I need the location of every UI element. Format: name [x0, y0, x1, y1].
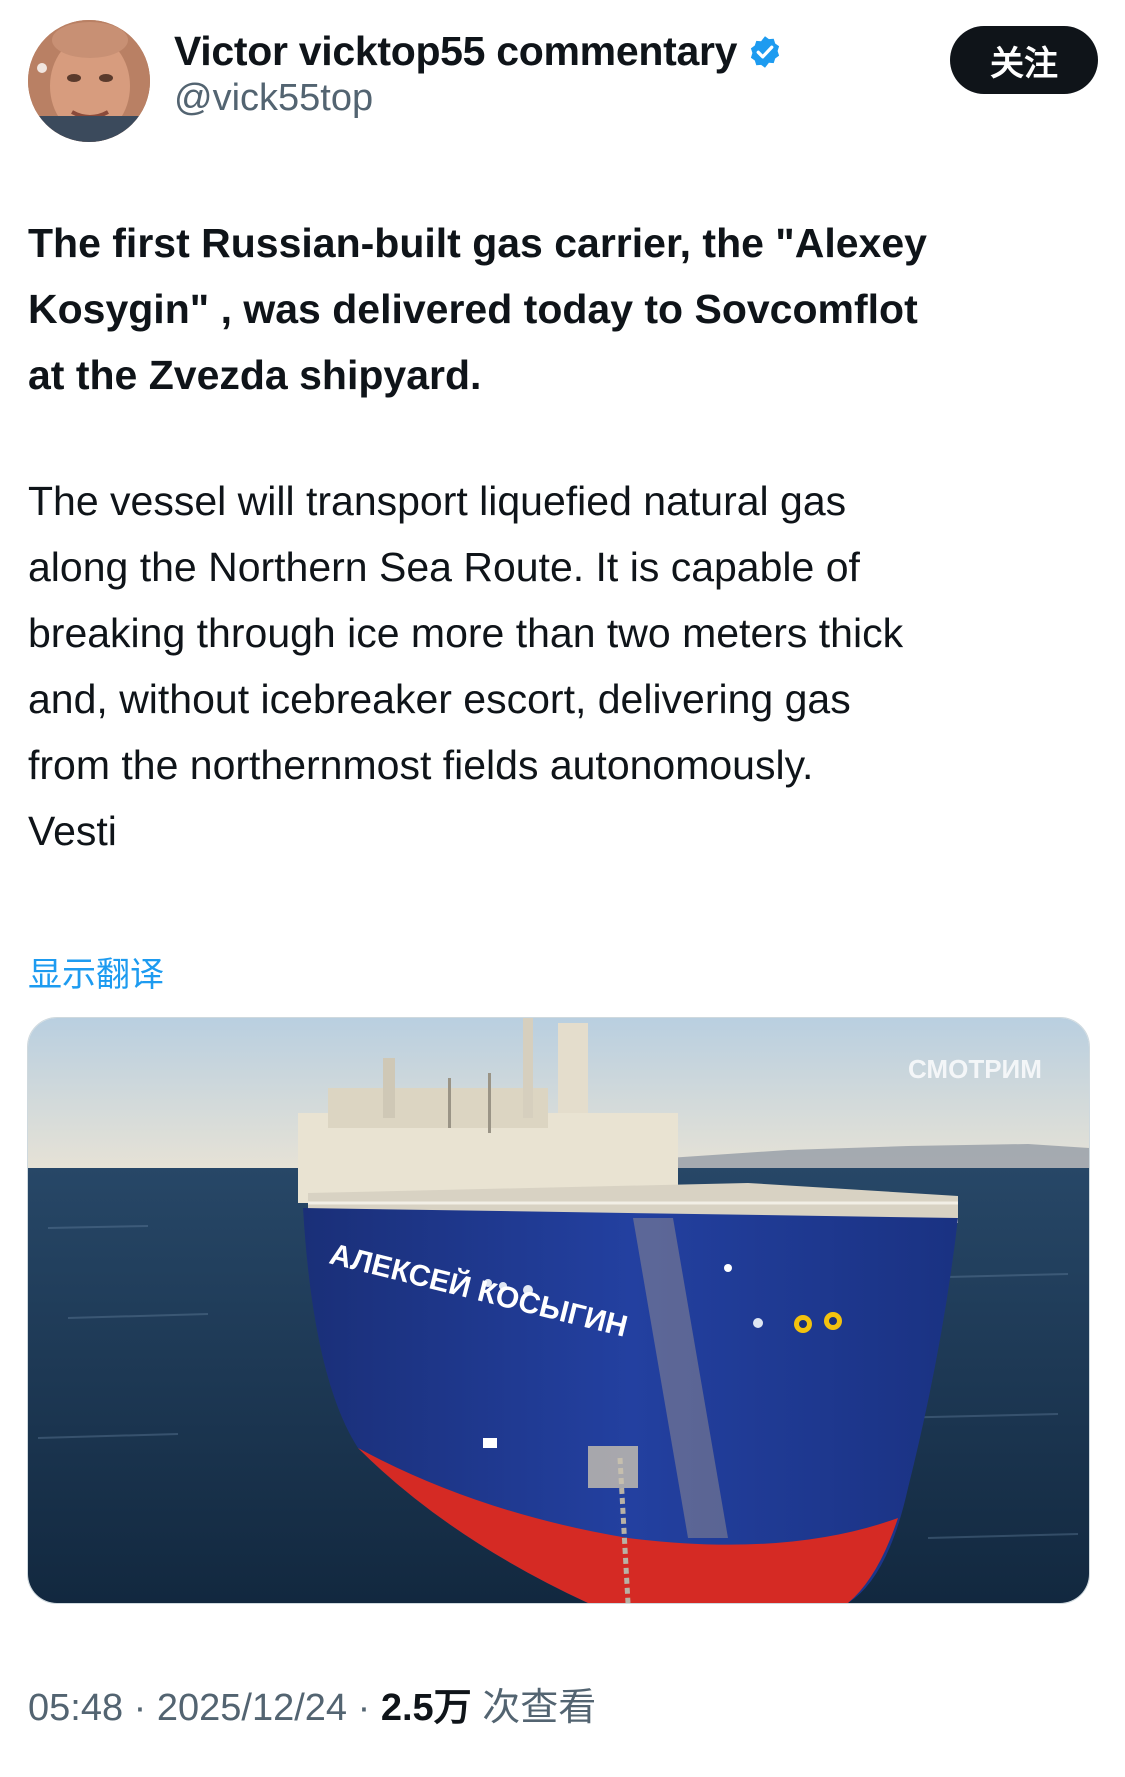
verified-badge-icon — [751, 35, 780, 68]
avatar-photo — [28, 20, 150, 142]
tweet-meta: 05:48 · 2025/12/24 · 2.5万 次查看 — [28, 1676, 596, 1731]
ship-photo: АЛЕКСЕЙ КОСЫГИН СМОТРИМ — [28, 1018, 1089, 1603]
meta-separator: · — [133, 1687, 147, 1729]
views-label: 次查看 — [482, 1685, 597, 1729]
meta-separator: · — [357, 1687, 371, 1729]
tweet-body-line: along the Northern Sea Route. It is capa… — [28, 544, 860, 590]
tweet-text: The first Russian-built gas carrier, the… — [28, 210, 1088, 864]
author-handle[interactable]: @vick55top — [174, 77, 783, 120]
tweet-header: Victor vicktop55 commentary @vick55top 关… — [28, 20, 1098, 145]
tweet-lead-line: The first Russian-built gas carrier, the… — [28, 220, 927, 266]
tweet-body-line: from the northernmost fields autonomousl… — [28, 742, 814, 788]
tweet-lead-line: Kosygin" , was delivered today to Sovcom… — [28, 286, 918, 332]
tweet-lead-line: at the Zvezda shipyard. — [28, 352, 482, 398]
video-watermark: СМОТРИМ — [908, 1054, 1042, 1084]
tweet-body-line: Vesti — [28, 808, 117, 854]
author-names: Victor vicktop55 commentary @vick55top — [174, 28, 783, 120]
tweet-body-paragraph: The vessel will transport liquefied natu… — [28, 468, 1088, 864]
show-translation-link[interactable]: 显示翻译 — [28, 947, 164, 996]
author-display-name[interactable]: Victor vicktop55 commentary — [174, 28, 737, 75]
tweet-body-line: The vessel will transport liquefied natu… — [28, 478, 847, 524]
follow-button[interactable]: 关注 — [950, 26, 1098, 94]
views-count: 2.5万 — [380, 1687, 472, 1729]
tweet-lead-paragraph: The first Russian-built gas carrier, the… — [28, 210, 1088, 408]
display-name-row: Victor vicktop55 commentary — [174, 28, 783, 75]
tweet-time[interactable]: 05:48 — [28, 1687, 123, 1729]
tweet-date[interactable]: 2025/12/24 — [157, 1687, 347, 1729]
avatar[interactable] — [28, 20, 150, 142]
tweet-media-video[interactable]: АЛЕКСЕЙ КОСЫГИН СМОТРИМ — [27, 1017, 1090, 1604]
tweet-body-line: and, without icebreaker escort, deliveri… — [28, 676, 851, 722]
tweet-body-line: breaking through ice more than two meter… — [28, 610, 904, 656]
